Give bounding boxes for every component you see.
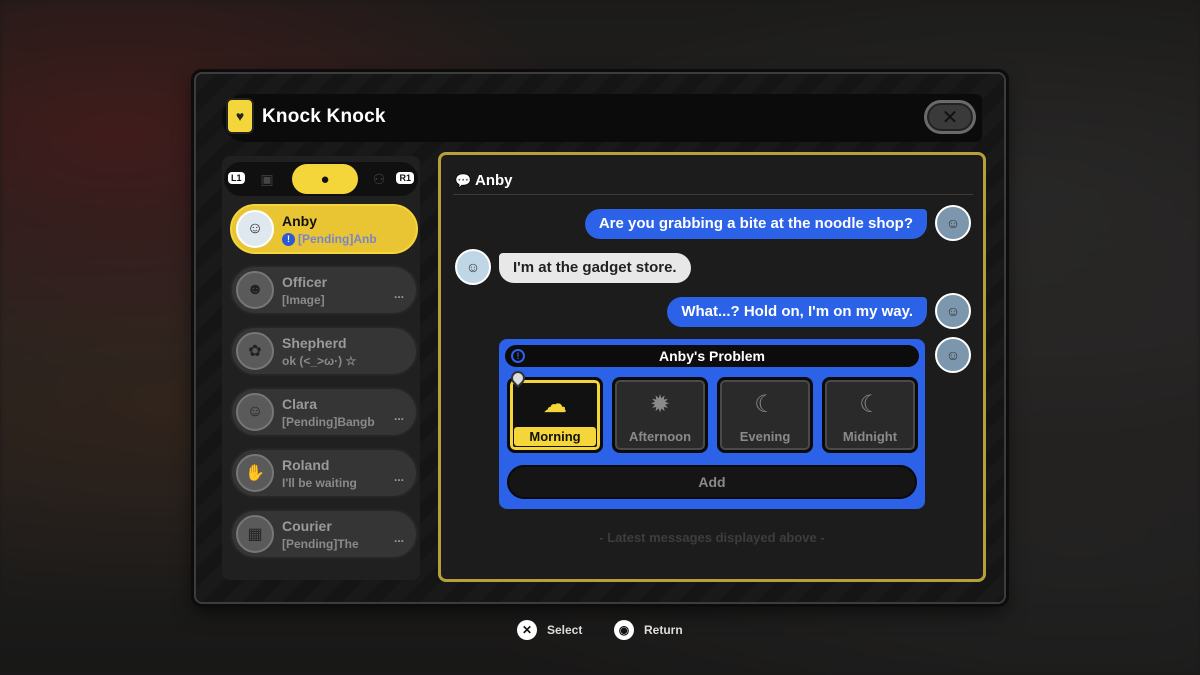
- close-icon: ✕: [941, 105, 959, 129]
- contact-item-courier[interactable]: ▦ Courier [Pending]The ...: [230, 509, 418, 559]
- avatar: ✿: [236, 332, 274, 370]
- option-label: Midnight: [842, 429, 898, 444]
- avatar: ▦: [236, 515, 274, 553]
- problem-header: ! Anby's Problem: [505, 345, 919, 367]
- return-hint[interactable]: ◉ Return: [614, 620, 683, 640]
- option-afternoon[interactable]: ✹ Afternoon: [612, 377, 708, 453]
- contact-item-clara[interactable]: ☺ Clara [Pending]Bangb ...: [230, 387, 418, 437]
- l1-key: L1: [228, 172, 245, 184]
- sun-cloud-icon: ☁: [543, 391, 567, 418]
- message-outgoing: Are you grabbing a bite at the noodle sh…: [584, 209, 927, 239]
- option-label: Afternoon: [628, 429, 692, 444]
- contact-name: Clara: [282, 396, 318, 412]
- avatar: ☺: [236, 210, 274, 248]
- contact-name: Anby: [282, 213, 317, 229]
- anby-avatar: ☺: [455, 249, 491, 285]
- more-indicator: ...: [393, 287, 404, 301]
- tab-person[interactable]: ●: [292, 164, 358, 194]
- contact-preview: [Image]: [282, 293, 325, 307]
- chat-header: 💬 Anby: [453, 169, 973, 195]
- r1-key: R1: [396, 172, 414, 184]
- return-label: Return: [644, 623, 683, 637]
- self-avatar: ☺: [935, 293, 971, 329]
- close-button[interactable]: ✕: [924, 100, 976, 134]
- more-indicator: ...: [393, 470, 404, 484]
- select-hint[interactable]: ✕ Select: [517, 620, 582, 640]
- sun-icon: ✹: [649, 391, 671, 418]
- contact-tabs: L1 ▣ ● ⚇ R1: [224, 162, 418, 196]
- pending-icon: !: [282, 233, 295, 247]
- contact-item-roland[interactable]: ✋ Roland I'll be waiting ...: [230, 448, 418, 498]
- contact-preview: [Pending]The: [282, 537, 359, 551]
- cross-button-icon: ✕: [517, 620, 537, 640]
- self-avatar: ☺: [935, 337, 971, 373]
- contact-preview: I'll be waiting: [282, 476, 357, 490]
- contact-name: Courier: [282, 518, 332, 534]
- select-label: Select: [547, 623, 583, 637]
- phone-icon: ♥: [226, 98, 254, 134]
- option-label: Morning: [514, 427, 596, 446]
- option-evening[interactable]: ☾ Evening: [717, 377, 813, 453]
- tab-contacts-icon[interactable]: ▣: [252, 168, 282, 190]
- contact-name: Officer: [282, 274, 328, 290]
- chat-contact-name: Anby: [475, 172, 513, 189]
- option-label: Evening: [739, 429, 791, 444]
- latest-messages-note: - Latest messages displayed above -: [599, 530, 825, 545]
- contact-item-officer[interactable]: ☻ Officer [Image] ...: [230, 265, 418, 315]
- contact-name: Roland: [282, 457, 330, 473]
- contact-item-shepherd[interactable]: ✿ Shepherd ok (<_>ω·) ☆: [230, 326, 418, 376]
- more-indicator: ...: [393, 531, 404, 545]
- circle-button-icon: ◉: [614, 620, 634, 640]
- problem-card: ! Anby's Problem ☁ Morning ✹ Afternoon ☾…: [499, 339, 925, 509]
- app-title: Knock Knock: [262, 106, 386, 127]
- person-icon: ●: [320, 170, 330, 188]
- contact-preview: ! [Pending]Anb: [282, 232, 402, 247]
- moon-cloud-icon: ☾: [859, 391, 881, 418]
- avatar: ✋: [236, 454, 274, 492]
- option-midnight[interactable]: ☾ Midnight: [822, 377, 918, 453]
- chat-panel: 💬 Anby Are you grabbing a bite at the no…: [438, 152, 986, 582]
- knock-knock-window: ♥ Knock Knock ✕ L1 ▣ ● ⚇ R1 ☺ Anby ! [Pen…: [194, 72, 1006, 604]
- contact-item-anby[interactable]: ☺ Anby ! [Pending]Anb: [230, 204, 418, 254]
- contact-preview: [Pending]Bangb: [282, 415, 375, 429]
- tab-group-icon[interactable]: ⚇: [364, 168, 394, 190]
- option-morning[interactable]: ☁ Morning: [507, 377, 603, 453]
- moon-icon: ☾: [754, 391, 776, 418]
- message-outgoing: What...? Hold on, I'm on my way.: [667, 297, 927, 327]
- contact-name: Shepherd: [282, 335, 347, 351]
- chat-bubble-icon: 💬: [455, 173, 472, 188]
- contact-list-panel: L1 ▣ ● ⚇ R1 ☺ Anby ! [Pending]Anb ☻ Offic…: [222, 156, 420, 580]
- avatar: ☻: [236, 271, 274, 309]
- contact-preview: ok (<_>ω·) ☆: [282, 354, 357, 368]
- add-button[interactable]: Add: [507, 465, 917, 499]
- problem-title: Anby's Problem: [658, 348, 766, 364]
- more-indicator: ...: [393, 409, 404, 423]
- message-incoming: I'm at the gadget store.: [499, 253, 691, 283]
- self-avatar: ☺: [935, 205, 971, 241]
- avatar: ☺: [236, 393, 274, 431]
